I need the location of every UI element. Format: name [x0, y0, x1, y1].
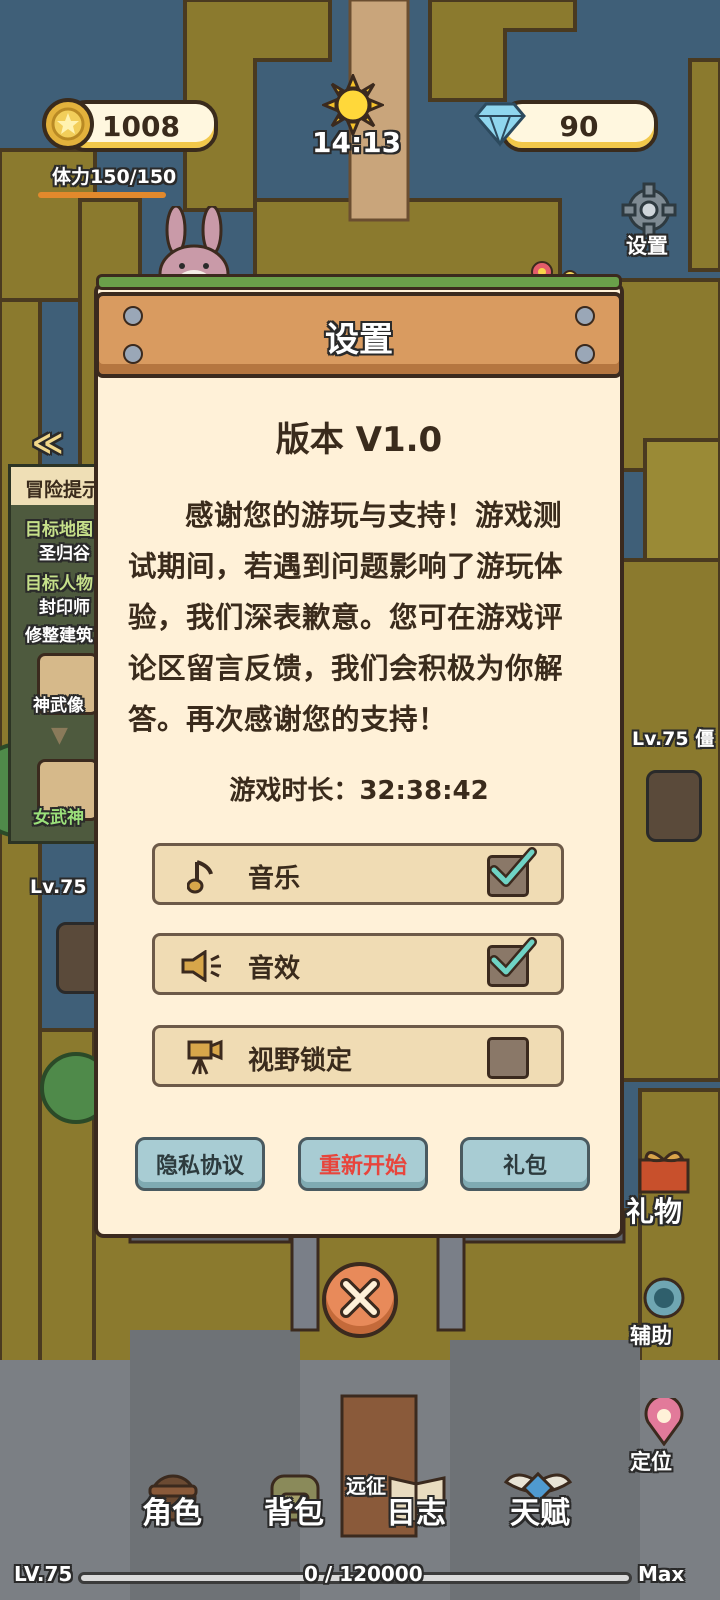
- option-view-lock-label: 视野锁定: [248, 1046, 353, 1076]
- gift-pack-button[interactable]: 礼包: [460, 1137, 590, 1191]
- quest-task: 修整建筑: [25, 626, 93, 646]
- nav-talent-label: 天赋: [510, 1496, 570, 1531]
- gift-side-button[interactable]: 礼物: [626, 1144, 716, 1234]
- coin-icon: [42, 98, 94, 150]
- option-view-lock[interactable]: 视野锁定: [152, 1025, 564, 1087]
- sound-checkbox[interactable]: [487, 937, 537, 987]
- coin-value: 1008: [102, 109, 180, 143]
- camera-icon: [187, 1039, 223, 1075]
- settings-label: 设置: [626, 234, 668, 258]
- modal-title: 设置: [325, 320, 393, 360]
- chevron-down-icon: ▼: [51, 723, 68, 748]
- quest-npc-label: 目标人物: [25, 574, 93, 594]
- assist-side-label: 辅助: [630, 1324, 672, 1348]
- option-music-label: 音乐: [248, 864, 301, 894]
- music-checkbox[interactable]: [487, 847, 537, 897]
- restart-button[interactable]: 重新开始: [298, 1137, 428, 1191]
- player-level: LV.75: [14, 1562, 73, 1586]
- xp-progress-text: 0 / 120000: [304, 1562, 423, 1586]
- close-button[interactable]: [322, 1262, 398, 1338]
- nav-character-label: 角色: [142, 1496, 202, 1531]
- quest-title: 冒险提示: [25, 479, 102, 501]
- quest-slot1-label: 神武像: [33, 696, 84, 716]
- restart-button-label: 重新开始: [318, 1154, 407, 1179]
- xp-max-label: Max: [638, 1562, 685, 1586]
- enemy-level-left: Lv.75: [30, 876, 87, 898]
- gift-pack-button-label: 礼包: [502, 1154, 547, 1179]
- modal-grass-top: [96, 274, 622, 290]
- enemy-sprite-right[interactable]: [646, 770, 702, 842]
- game-scene: 14:13 1008 体力150/150 90 设置 ≪ 冒险提示 目标地图 圣…: [0, 0, 720, 1600]
- map-pin-icon: [644, 1398, 684, 1446]
- stamina-label: 体力150/150: [52, 166, 177, 188]
- speaker-icon: [181, 950, 221, 982]
- locate-side-button[interactable]: 定位: [620, 1398, 710, 1482]
- option-sound[interactable]: 音效: [152, 933, 564, 995]
- locate-side-label: 定位: [630, 1450, 672, 1474]
- gift-side-label: 礼物: [626, 1195, 683, 1228]
- checkmark-icon: [489, 937, 537, 977]
- privacy-button-label: 隐私协议: [155, 1154, 244, 1179]
- checkmark-icon: [489, 847, 537, 887]
- clock-text: 14:13: [312, 126, 402, 159]
- close-icon: [340, 1278, 380, 1318]
- diamond-icon: [474, 102, 526, 147]
- nav-log-label: 日志: [386, 1496, 446, 1531]
- gift-box-icon: [638, 1151, 690, 1194]
- music-note-icon: [187, 860, 213, 894]
- settings-button[interactable]: 设置: [616, 180, 682, 260]
- settings-modal: 版本 V1.0 感谢您的游玩与支持！游戏测试期间，若遇到问题影响了游玩体验，我们…: [94, 274, 624, 1238]
- nav-character[interactable]: 角色: [134, 1470, 214, 1556]
- gem-value: 90: [559, 109, 599, 143]
- playtime-text: 游戏时长：32:38:42: [229, 776, 489, 806]
- version-text: 版本 V1.0: [275, 420, 443, 460]
- nav-backpack-label: 背包: [264, 1496, 324, 1531]
- quest-map-value: 圣归谷: [39, 544, 90, 564]
- modal-header: 设置: [95, 292, 623, 378]
- option-music[interactable]: 音乐: [152, 843, 564, 905]
- stamina-bar: [38, 192, 166, 198]
- nav-talent[interactable]: 天赋: [502, 1470, 582, 1556]
- quest-npc-value: 封印师: [39, 598, 90, 618]
- option-sound-label: 音效: [248, 954, 301, 984]
- privacy-button[interactable]: 隐私协议: [135, 1137, 265, 1191]
- enemy-level-right: Lv.75 僵: [632, 728, 715, 750]
- assist-side-button[interactable]: 辅助: [620, 1276, 710, 1352]
- quest-slot2-label: 女武神: [33, 808, 84, 828]
- clock-icon: [643, 1277, 685, 1319]
- collapse-arrows-icon[interactable]: ≪: [32, 426, 63, 461]
- quest-map-label: 目标地图: [25, 520, 93, 540]
- view-lock-checkbox[interactable]: [487, 1037, 529, 1079]
- nav-log[interactable]: 日志: [378, 1470, 458, 1556]
- thanks-message: 感谢您的游玩与支持！游戏测试期间，若遇到问题影响了游玩体验，我们深表歉意。您可在…: [128, 499, 564, 736]
- nav-backpack[interactable]: 背包: [256, 1470, 336, 1556]
